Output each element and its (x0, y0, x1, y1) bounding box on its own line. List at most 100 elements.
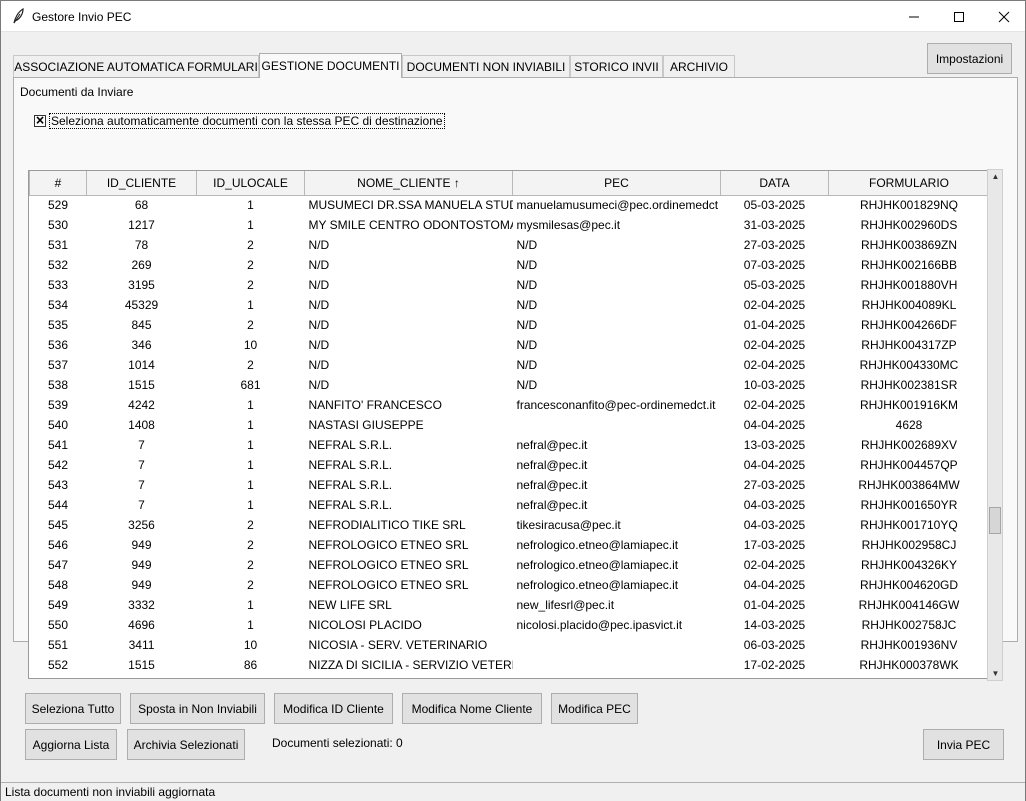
cell-id-cliente: 1515 (128, 658, 155, 672)
cell-nome-cliente: NASTASI GIUSEPPE (308, 418, 424, 432)
column-header-nome-cliente[interactable]: NOME_CLIENTE ↑ (304, 171, 513, 196)
table-row[interactable]: 552 1515 86 NIZZA DI SICILIA - SERVIZIO VET… (30, 655, 988, 675)
table-row[interactable]: 532 269 2 N/D N/D 07-03-2025 RHJHK002166BB (30, 255, 988, 275)
maximize-button[interactable] (936, 1, 982, 32)
cell-formulario: RHJHK001829NQ (859, 198, 959, 213)
auto-select-label[interactable]: Seleziona automaticamente documenti con … (49, 113, 445, 129)
send-pec-button[interactable]: Invia PEC (923, 729, 1004, 760)
cell-nome-cliente: N/D (308, 258, 330, 272)
column-header-id-ulocale[interactable]: ID_ULOCALE (196, 171, 305, 196)
table-row[interactable]: 540 1408 1 NASTASI GIUSEPPE 04-04-2025 4628 (30, 415, 988, 435)
table-row[interactable]: 548 949 2 NEFROLOGICO ETNEO SRL nefrologico.… (30, 575, 988, 595)
cell-row-index: 544 (47, 498, 69, 512)
table-row[interactable]: 543 7 1 NEFRAL S.R.L. nefral@pec.it 27-03-202… (30, 475, 988, 495)
cell-data: 02-04-2025 (743, 298, 806, 312)
cell-data: 05-03-2025 (743, 278, 806, 292)
column-header-index[interactable]: # (29, 171, 87, 196)
cell-row-index: 546 (47, 538, 69, 552)
cell-nome-cliente: NEFRAL S.R.L. (308, 478, 393, 492)
table-row[interactable]: 537 1014 2 N/D N/D 02-04-2025 RHJHK004330MC (30, 355, 988, 375)
scrollbar-thumb[interactable] (989, 507, 1001, 534)
tab-gestione-documenti[interactable]: GESTIONE DOCUMENTI (259, 53, 402, 78)
title-bar[interactable]: Gestore Invio PEC (1, 1, 1025, 32)
settings-button[interactable]: Impostazioni (927, 43, 1012, 74)
archive-selected-button[interactable]: Archivia Selezionati (127, 729, 245, 760)
close-button[interactable] (981, 1, 1026, 32)
cell-id-ulocale: 1 (247, 498, 254, 512)
edit-client-name-button[interactable]: Modifica Nome Cliente (402, 693, 542, 724)
cell-formulario: RHJHK002381SR (860, 378, 958, 392)
tab-storico-invii[interactable]: STORICO INVII (570, 55, 663, 77)
documents-table[interactable]: # ID_CLIENTE ID_ULOCALE NOME_CLIENTE ↑ P… (28, 170, 988, 679)
cell-row-index: 543 (47, 478, 69, 492)
cell-nome-cliente: MY SMILE CENTRO ODONTOSTOMAT (308, 218, 513, 232)
cell-pec: nefral@pec.it (516, 458, 588, 472)
tab-associazione-automatica[interactable]: ASSOCIAZIONE AUTOMATICA FORMULARI (13, 55, 259, 77)
table-row[interactable]: 536 346 10 N/D N/D 02-04-2025 RHJHK004317ZP (30, 335, 988, 355)
minimize-button[interactable] (891, 1, 937, 32)
cell-row-index: 549 (47, 598, 69, 612)
table-row[interactable]: 542 7 1 NEFRAL S.R.L. nefral@pec.it 04-04-202… (30, 455, 988, 475)
table-row[interactable]: 531 78 2 N/D N/D 27-03-2025 RHJHK003869ZN (30, 235, 988, 255)
table-row[interactable]: 545 3256 2 NEFRODIALITICO TIKE SRL tikesirac… (30, 515, 988, 535)
tab-documenti-non-inviabili[interactable]: DOCUMENTI NON INVIABILI (402, 55, 570, 77)
cell-pec: nefrologico.etneo@lamiapec.it (516, 578, 679, 592)
edit-pec-button[interactable]: Modifica PEC (551, 693, 638, 724)
table-row[interactable]: 549 3332 1 NEW LIFE SRL new_lifesrl@pec.it 01… (30, 595, 988, 615)
auto-select-checkbox[interactable]: 🗙 (34, 115, 46, 127)
cell-pec: francesconanfito@pec-ordinemedct.it (516, 398, 716, 412)
column-header-id-cliente[interactable]: ID_CLIENTE (86, 171, 197, 196)
auto-select-option[interactable]: 🗙 Seleziona automaticamente documenti co… (34, 112, 445, 130)
cell-data: 01-04-2025 (743, 598, 806, 612)
cell-row-index: 548 (47, 578, 69, 592)
cell-formulario: 4628 (895, 418, 923, 432)
move-non-sendable-button[interactable]: Sposta in Non Inviabili (130, 693, 265, 724)
cell-id-ulocale: 1 (247, 618, 254, 632)
table-row[interactable]: 529 68 1 MUSUMECI DR.SSA MANUELA STUDIO manu… (30, 195, 988, 215)
cell-pec: nefral@pec.it (516, 438, 588, 452)
cell-row-index: 531 (47, 238, 69, 252)
cell-nome-cliente: N/D (308, 298, 330, 312)
cell-id-ulocale: 10 (243, 338, 258, 352)
select-all-button[interactable]: Seleziona Tutto (25, 693, 121, 724)
cell-pec: N/D (516, 358, 538, 372)
table-scrollbar[interactable]: ▲ ▼ (987, 169, 1003, 681)
cell-nome-cliente: NANFITO' FRANCESCO (308, 398, 442, 412)
table-row[interactable]: 539 4242 1 NANFITO' FRANCESCO francesconanfi… (30, 395, 988, 415)
column-header-data[interactable]: DATA (720, 171, 829, 196)
table-row[interactable]: 538 1515 681 N/D N/D 10-03-2025 RHJHK002381SR (30, 375, 988, 395)
cell-formulario: RHJHK002166BB (860, 258, 958, 272)
cell-data: 02-04-2025 (743, 338, 806, 352)
cell-nome-cliente: N/D (308, 238, 330, 252)
cell-formulario: RHJHK004266DF (860, 318, 958, 332)
cell-pec: mysmilesas@pec.it (516, 218, 621, 232)
scroll-up-arrow-icon[interactable]: ▲ (989, 170, 1002, 183)
table-row[interactable]: 530 1217 1 MY SMILE CENTRO ODONTOSTOMAT mysm… (30, 215, 988, 235)
cell-nome-cliente: NEFROLOGICO ETNEO SRL (308, 538, 469, 552)
cell-data: 14-03-2025 (743, 618, 806, 632)
table-row[interactable]: 533 3195 2 N/D N/D 05-03-2025 RHJHK001880VH (30, 275, 988, 295)
cell-data: 04-04-2025 (743, 458, 806, 472)
table-row[interactable]: 547 949 2 NEFROLOGICO ETNEO SRL nefrologico.… (30, 555, 988, 575)
refresh-list-button[interactable]: Aggiorna Lista (25, 729, 117, 760)
table-row[interactable]: 534 45329 1 N/D N/D 02-04-2025 RHJHK004089KL (30, 295, 988, 315)
table-row[interactable]: 541 7 1 NEFRAL S.R.L. nefral@pec.it 13-03-202… (30, 435, 988, 455)
tab-archivio[interactable]: ARCHIVIO (663, 55, 735, 77)
table-row[interactable]: 535 845 2 N/D N/D 01-04-2025 RHJHK004266DF (30, 315, 988, 335)
cell-nome-cliente: NEW LIFE SRL (308, 598, 392, 612)
edit-client-id-button[interactable]: Modifica ID Cliente (274, 693, 393, 724)
table-row[interactable]: 551 3411 10 NICOSIA - SERV. VETERINARIO 06-0… (30, 635, 988, 655)
scroll-down-arrow-icon[interactable]: ▼ (989, 667, 1002, 680)
cell-row-index: 550 (47, 618, 69, 632)
table-row[interactable]: 544 7 1 NEFRAL S.R.L. nefral@pec.it 04-03-202… (30, 495, 988, 515)
column-header-pec[interactable]: PEC (512, 171, 721, 196)
documents-panel: Documenti da Inviare 🗙 Seleziona automat… (13, 77, 1018, 679)
cell-id-cliente: 68 (134, 198, 149, 213)
cell-pec: N/D (516, 238, 538, 252)
cell-id-ulocale: 2 (247, 518, 254, 532)
selected-count-label: Documenti selezionati: 0 (272, 736, 403, 750)
table-row[interactable]: 550 4696 1 NICOLOSI PLACIDO nicolosi.placido… (30, 615, 988, 635)
column-header-formulario[interactable]: FORMULARIO (828, 171, 987, 196)
cell-id-cliente: 3256 (128, 518, 155, 532)
table-row[interactable]: 546 949 2 NEFROLOGICO ETNEO SRL nefrologico.… (30, 535, 988, 555)
